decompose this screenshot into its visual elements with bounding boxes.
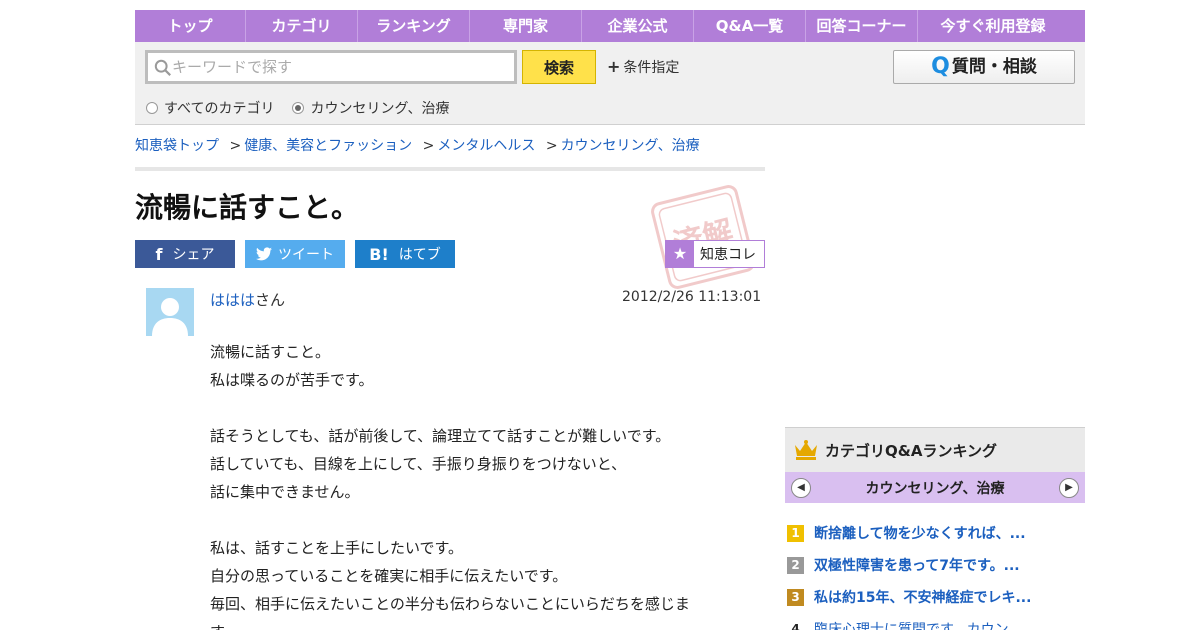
post-datetime: 2012/2/26 11:13:01 — [622, 289, 762, 305]
ranking-list: 1 断捨離して物を少なくすれば、... 2 双極性障害を患って7年です。... … — [785, 517, 1085, 630]
condition-toggle[interactable]: + 条件指定 — [607, 57, 679, 77]
star-icon: ★ — [666, 241, 694, 267]
crown-icon — [795, 440, 817, 460]
twitter-icon — [256, 247, 272, 261]
question-title: 流暢に話すこと。 — [135, 191, 360, 224]
radio-current-category[interactable]: カウンセリング、治療 — [292, 98, 450, 118]
chiecore-label: 知恵コレ — [700, 247, 756, 263]
search-area: 検索 +条件指定 Q質問・相談 すべてのカテゴリ カウンセリング、治療 — [135, 42, 1085, 125]
ask-question-label: 質問・相談 — [951, 57, 1037, 77]
author-link[interactable]: ははは — [210, 291, 255, 309]
nav-register[interactable]: 今すぐ利用登録 — [918, 10, 1068, 42]
ranking-link[interactable]: 双極性障害を患って7年です。... — [814, 555, 1020, 575]
nav-experts[interactable]: 専門家 — [470, 10, 582, 42]
top-nav: トップ カテゴリ ランキング 専門家 企業公式 Q&A一覧 回答コーナー 今すぐ… — [135, 10, 1085, 42]
avatar — [146, 288, 194, 336]
nav-official[interactable]: 企業公式 — [582, 10, 694, 42]
search-box — [145, 50, 517, 84]
facebook-icon: f — [155, 244, 163, 264]
ranking-header: カテゴリQ&Aランキング — [785, 427, 1085, 472]
breadcrumb-link[interactable]: 知恵袋トップ — [135, 138, 219, 154]
breadcrumb-link[interactable]: 健康、美容とファッション — [244, 138, 412, 154]
hatena-icon: B! — [369, 244, 389, 264]
breadcrumb: 知恵袋トップ > 健康、美容とファッション > メンタルヘルス > カウンセリング、治… — [135, 135, 700, 155]
question-line — [210, 506, 740, 534]
page: トップ カテゴリ ランキング 専門家 企業公式 Q&A一覧 回答コーナー 今すぐ… — [0, 0, 1200, 630]
ranking-link[interactable]: 臨床心理士に質問です。カウン... — [814, 619, 1022, 630]
next-arrow-icon[interactable]: ▶ — [1059, 477, 1079, 498]
breadcrumb-link[interactable]: カウンセリング、治療 — [561, 138, 700, 154]
hatena-bookmark-button[interactable]: B! はてブ — [355, 240, 455, 268]
chiecore-button[interactable]: ★ 知恵コレ — [665, 240, 765, 268]
question-line: 話そうとしても、話が前後して、論理立てて話すことが難しいです。 — [210, 427, 671, 445]
twitter-share-label: ツイート — [278, 247, 334, 263]
breadcrumb-separator: > — [229, 138, 242, 154]
question-line: 話に集中できません。 — [210, 483, 360, 501]
q-icon: Q — [931, 54, 950, 79]
radio-all-label: すべてのカテゴリ — [164, 101, 275, 117]
nav-qa-list[interactable]: Q&A一覧 — [694, 10, 806, 42]
ranking-item: 3 私は約15年、不安神経症でレキ... — [785, 581, 1085, 613]
ranking-title: カテゴリQ&Aランキング — [825, 441, 997, 460]
breadcrumb-separator: > — [545, 138, 558, 154]
question-line: 流暢に話すこと。 — [210, 343, 331, 361]
ranking-link[interactable]: 私は約15年、不安神経症でレキ... — [814, 587, 1031, 607]
rank-badge: 4 — [791, 621, 800, 630]
question-body: 流暢に話すこと。 私は喋るのが苦手です。 話そうとしても、話が前後して、論理立て… — [210, 338, 740, 630]
default-avatar-icon — [146, 288, 194, 336]
question-author: はははさん — [210, 289, 285, 310]
nav-ranking[interactable]: ランキング — [358, 10, 470, 42]
ranking-item: 2 双極性障害を患って7年です。... — [785, 549, 1085, 581]
question-line: 話していても、目線を上にして、手振り身振りをつけないと、 — [210, 455, 627, 473]
plus-icon: + — [607, 57, 621, 76]
category-scope: すべてのカテゴリ カウンセリング、治療 — [146, 98, 468, 118]
question-line — [210, 394, 740, 422]
twitter-share-button[interactable]: ツイート — [245, 240, 345, 268]
category-ranking: カテゴリQ&Aランキング ◀ カウンセリング、治療 ▶ 1 断捨離して物を少なく… — [785, 427, 1085, 630]
rank-badge: 2 — [787, 556, 804, 574]
search-icon — [154, 59, 171, 76]
search-input[interactable] — [172, 53, 512, 81]
resolved-stamp: 済解 — [651, 185, 755, 289]
facebook-share-button[interactable]: f シェア — [135, 240, 235, 268]
question-line: 毎回、相手に伝えたいことの半分も伝わらないことにいらだちを感じま — [210, 595, 690, 613]
radio-all-categories[interactable]: すべてのカテゴリ — [146, 98, 274, 118]
ranking-link[interactable]: 断捨離して物を少なくすれば、... — [814, 523, 1026, 543]
nav-category[interactable]: カテゴリ — [246, 10, 358, 42]
nav-answer-corner[interactable]: 回答コーナー — [806, 10, 918, 42]
rank-badge: 3 — [787, 588, 804, 606]
question-line: 私は、話すことを上手にしたいです。 — [210, 539, 464, 557]
ranking-category-bar: ◀ カウンセリング、治療 ▶ — [785, 472, 1085, 503]
hatena-label: はてブ — [398, 247, 441, 263]
ranking-item: 1 断捨離して物を少なくすれば、... — [785, 517, 1085, 549]
search-button[interactable]: 検索 — [522, 50, 596, 84]
radio-dot — [146, 102, 158, 114]
question-line: す。 — [210, 618, 740, 630]
question-line: 私は喋るのが苦手です。 — [210, 371, 374, 389]
facebook-share-label: シェア — [172, 247, 215, 263]
breadcrumb-separator: > — [422, 138, 435, 154]
condition-label: 条件指定 — [623, 60, 680, 76]
ranking-category: カウンセリング、治療 — [865, 480, 1005, 497]
nav-top[interactable]: トップ — [135, 10, 246, 42]
author-suffix: さん — [255, 291, 286, 309]
radio-current-label: カウンセリング、治療 — [310, 101, 450, 117]
prev-arrow-icon[interactable]: ◀ — [791, 477, 811, 498]
breadcrumb-link[interactable]: メンタルヘルス — [437, 138, 535, 154]
ask-question-button[interactable]: Q 質問・相談 — [893, 50, 1075, 84]
ranking-item: 4 臨床心理士に質問です。カウン... — [785, 613, 1085, 630]
rank-badge: 1 — [787, 524, 804, 542]
divider — [135, 167, 765, 171]
question-line: 自分の思っていることを確実に相手に伝えたいです。 — [210, 567, 568, 585]
radio-dot-selected — [292, 102, 305, 114]
